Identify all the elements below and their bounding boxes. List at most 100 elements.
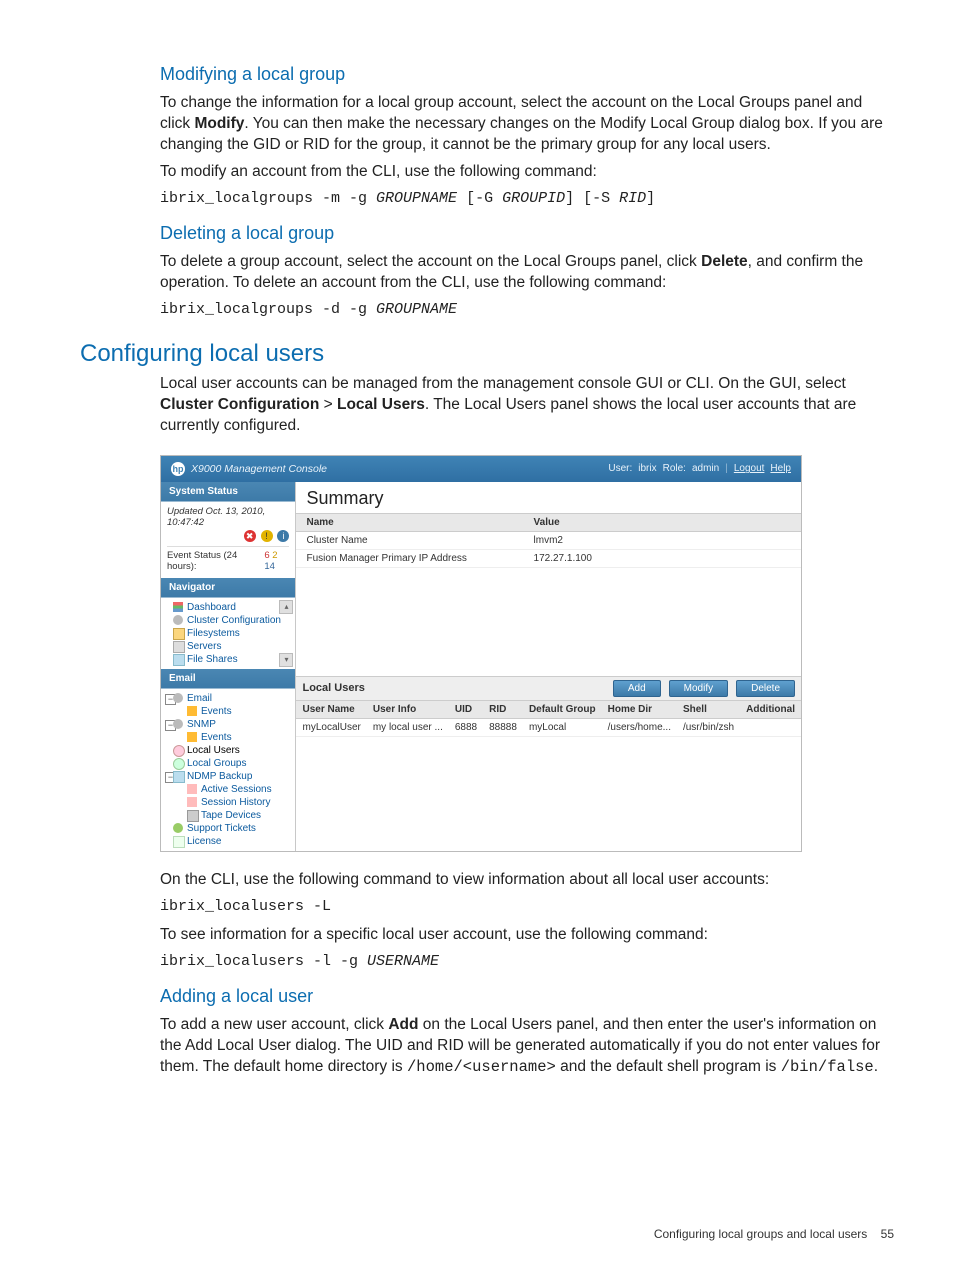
- code-block: ibrix_localgroups -m -g GROUPNAME [-G GR…: [160, 189, 894, 209]
- cell: [740, 718, 801, 736]
- navigator-header: Navigator: [161, 578, 295, 598]
- license-icon: [173, 836, 185, 848]
- nav-label: Servers: [187, 641, 221, 652]
- code: ] [-S: [565, 190, 619, 207]
- cell: myLocalUser: [296, 718, 366, 736]
- gear-icon: [173, 719, 183, 729]
- text: >: [319, 396, 337, 413]
- config-tree: −Email Events −SNMP Events Local Users L…: [161, 689, 295, 851]
- info-icon: i: [277, 530, 289, 542]
- cell: 88888: [483, 718, 523, 736]
- tree-snmp[interactable]: −SNMP: [165, 718, 295, 731]
- cell: /usr/bin/zsh: [677, 718, 740, 736]
- tree-ndmp-backup[interactable]: −NDMP Backup: [165, 770, 295, 783]
- tree-email-events[interactable]: Events: [165, 705, 295, 718]
- code-inline: /bin/false: [781, 1058, 874, 1076]
- text: Local user accounts can be managed from …: [160, 375, 846, 392]
- help-link[interactable]: Help: [770, 463, 791, 474]
- delete-button[interactable]: Delete: [736, 680, 795, 697]
- text: . You can then make the necessary change…: [160, 115, 883, 153]
- summary-col-value: Value: [524, 513, 801, 531]
- group-icon: [173, 758, 185, 770]
- text: To delete a group account, select the ac…: [160, 253, 701, 270]
- body-text: On the CLI, use the following command to…: [160, 870, 894, 891]
- nav-label: File Shares: [187, 654, 238, 665]
- tree-support-tickets[interactable]: Support Tickets: [165, 822, 295, 835]
- gear-icon: [173, 693, 183, 703]
- tree-tape-devices[interactable]: Tape Devices: [165, 809, 295, 822]
- tree-session-history[interactable]: Session History: [165, 796, 295, 809]
- email-header: Email: [161, 669, 295, 689]
- code-block: ibrix_localgroups -d -g GROUPNAME: [160, 300, 894, 320]
- text-bold: Cluster Configuration: [160, 396, 319, 413]
- nav-label: Dashboard: [187, 602, 236, 613]
- modify-button[interactable]: Modify: [669, 680, 728, 697]
- tree-snmp-events[interactable]: Events: [165, 731, 295, 744]
- body-text: To see information for a specific local …: [160, 925, 894, 946]
- events-icon: [187, 706, 197, 716]
- nav-servers[interactable]: Servers: [165, 640, 295, 653]
- scroll-down-icon[interactable]: ▾: [279, 653, 293, 667]
- management-console-figure: hp X9000 Management Console User: ibrix …: [160, 455, 802, 852]
- tree-license[interactable]: License: [165, 835, 295, 848]
- nav-label: Filesystems: [187, 628, 240, 639]
- code-em: GROUPNAME: [376, 301, 457, 318]
- nav-file-shares[interactable]: File Shares: [165, 653, 295, 666]
- warnings-count: 2: [272, 550, 277, 561]
- ticket-icon: [173, 823, 183, 833]
- tree-label: Local Users: [187, 745, 240, 756]
- panel-title: Local Users: [302, 682, 364, 694]
- code-inline: /home/<username>: [407, 1058, 556, 1076]
- left-panel: System Status Updated Oct. 13, 2010, 10:…: [161, 482, 296, 851]
- status-timestamp: Updated Oct. 13, 2010, 10:47:42: [167, 506, 289, 528]
- col-shell: Shell: [677, 701, 740, 719]
- tree-local-groups[interactable]: Local Groups: [165, 757, 295, 770]
- table-row[interactable]: myLocalUser my local user ... 6888 88888…: [296, 718, 801, 736]
- session-icon: [187, 784, 197, 794]
- user-value: ibrix: [638, 463, 656, 474]
- code: [-G: [457, 190, 502, 207]
- text: and the default shell program is: [556, 1058, 781, 1075]
- col-additional: Additional: [740, 701, 801, 719]
- tree-label: Events: [201, 732, 232, 743]
- nav-filesystems[interactable]: Filesystems: [165, 627, 295, 640]
- nav-cluster-configuration[interactable]: Cluster Configuration: [165, 614, 295, 627]
- history-icon: [187, 797, 197, 807]
- nav-dashboard[interactable]: Dashboard: [165, 601, 295, 614]
- tree-label: Support Tickets: [187, 823, 256, 834]
- code: ibrix_localgroups -m -g: [160, 190, 376, 207]
- body-text: To add a new user account, click Add on …: [160, 1015, 894, 1078]
- heading-adding-local-user: Adding a local user: [160, 986, 894, 1007]
- info-count: 14: [264, 561, 275, 572]
- tree-active-sessions[interactable]: Active Sessions: [165, 783, 295, 796]
- add-button[interactable]: Add: [613, 680, 661, 697]
- tree-local-users[interactable]: Local Users: [165, 744, 295, 757]
- tree-email[interactable]: −Email: [165, 692, 295, 705]
- console-title: X9000 Management Console: [191, 463, 327, 475]
- cell: 6888: [449, 718, 483, 736]
- server-icon: [173, 641, 185, 653]
- navigator-list: Dashboard Cluster Configuration Filesyst…: [161, 598, 295, 669]
- summary-col-name: Name: [296, 513, 523, 531]
- tree-label: NDMP Backup: [187, 771, 252, 782]
- warning-icon: !: [261, 530, 273, 542]
- code: ibrix_localusers -l -g: [160, 953, 367, 970]
- code-block: ibrix_localusers -L: [160, 897, 894, 917]
- tree-label: Active Sessions: [201, 784, 272, 795]
- share-icon: [173, 654, 185, 666]
- code-em: GROUPID: [502, 190, 565, 207]
- col-username: User Name: [296, 701, 366, 719]
- code-em: USERNAME: [367, 953, 439, 970]
- cell: lmvm2: [524, 531, 801, 549]
- summary-table: Name Value Cluster Name lmvm2 Fusion Man…: [296, 513, 801, 568]
- page-number: 55: [881, 1227, 894, 1241]
- col-userinfo: User Info: [367, 701, 449, 719]
- tree-label: License: [187, 836, 221, 847]
- folder-icon: [173, 628, 185, 640]
- errors-count: 6: [264, 550, 269, 561]
- col-rid: RID: [483, 701, 523, 719]
- logout-link[interactable]: Logout: [734, 463, 765, 474]
- code-block: ibrix_localusers -l -g USERNAME: [160, 952, 894, 972]
- cell: Cluster Name: [296, 531, 523, 549]
- code: ]: [646, 190, 655, 207]
